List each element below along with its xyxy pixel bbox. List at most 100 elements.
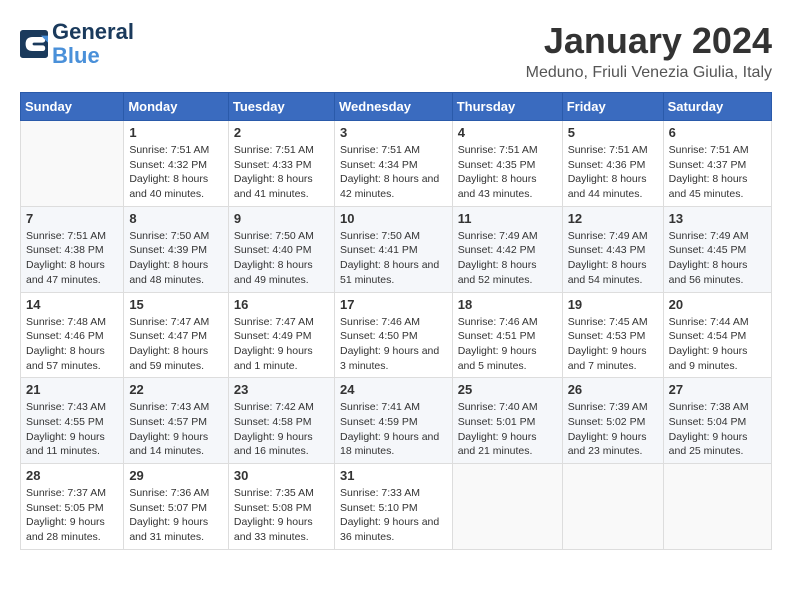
day-info: Sunrise: 7:51 AMSunset: 4:34 PMDaylight:… [340,143,447,202]
day-number: 16 [234,297,329,312]
calendar-cell: 24Sunrise: 7:41 AMSunset: 4:59 PMDayligh… [334,378,452,464]
logo-icon [20,30,48,58]
calendar-cell: 25 Sunrise: 7:40 AMSunset: 5:01 PMDayligh… [452,378,562,464]
day-info: Sunrise: 7:44 AMSunset: 4:54 PMDaylight:… [669,315,766,374]
calendar-cell: 7 Sunrise: 7:51 AMSunset: 4:38 PMDaylight… [21,206,124,292]
day-info: Sunrise: 7:38 AMSunset: 5:04 PMDaylight:… [669,400,766,459]
day-number: 8 [129,211,223,226]
day-number: 18 [458,297,557,312]
weekday-header: Thursday [452,93,562,121]
calendar-cell: 12 Sunrise: 7:49 AMSunset: 4:43 PMDayligh… [562,206,663,292]
calendar-cell: 29 Sunrise: 7:36 AMSunset: 5:07 PMDayligh… [124,464,229,550]
weekday-header: Wednesday [334,93,452,121]
calendar-cell: 3 Sunrise: 7:51 AMSunset: 4:34 PMDaylight… [334,121,452,207]
calendar-cell: 30Sunrise: 7:35 AMSunset: 5:08 PMDayligh… [228,464,334,550]
calendar-cell: 2Sunrise: 7:51 AMSunset: 4:33 PMDaylight… [228,121,334,207]
day-info: Sunrise: 7:36 AMSunset: 5:07 PMDaylight:… [129,486,223,545]
day-info: Sunrise: 7:50 AMSunset: 4:39 PMDaylight:… [129,229,223,288]
calendar-cell: 10 Sunrise: 7:50 AMSunset: 4:41 PMDayligh… [334,206,452,292]
calendar-subtitle: Meduno, Friuli Venezia Giulia, Italy [526,64,772,82]
day-info: Sunrise: 7:50 AMSunset: 4:41 PMDaylight:… [340,229,447,288]
day-info: Sunrise: 7:35 AMSunset: 5:08 PMDaylight:… [234,486,329,545]
day-info: Sunrise: 7:37 AMSunset: 5:05 PMDaylight:… [26,486,118,545]
day-info: Sunrise: 7:33 AMSunset: 5:10 PMDaylight:… [340,486,447,545]
logo-line1: General [52,20,134,44]
calendar-cell: 17 Sunrise: 7:46 AMSunset: 4:50 PMDayligh… [334,292,452,378]
day-info: Sunrise: 7:51 AMSunset: 4:36 PMDaylight:… [568,143,658,202]
weekday-header: Saturday [663,93,771,121]
day-number: 3 [340,125,447,140]
calendar-table: SundayMondayTuesdayWednesdayThursdayFrid… [20,92,772,550]
calendar-cell: 4Sunrise: 7:51 AMSunset: 4:35 PMDaylight… [452,121,562,207]
calendar-cell: 1 Sunrise: 7:51 AMSunset: 4:32 PMDaylight… [124,121,229,207]
day-info: Sunrise: 7:47 AMSunset: 4:49 PMDaylight:… [234,315,329,374]
weekday-header: Monday [124,93,229,121]
calendar-title: January 2024 [526,20,772,62]
day-number: 1 [129,125,223,140]
calendar-cell: 18 Sunrise: 7:46 AMSunset: 4:51 PMDayligh… [452,292,562,378]
calendar-cell: 9Sunrise: 7:50 AMSunset: 4:40 PMDaylight… [228,206,334,292]
calendar-cell: 19Sunrise: 7:45 AMSunset: 4:53 PMDayligh… [562,292,663,378]
day-number: 17 [340,297,447,312]
day-info: Sunrise: 7:41 AMSunset: 4:59 PMDaylight:… [340,400,447,459]
header-row: SundayMondayTuesdayWednesdayThursdayFrid… [21,93,772,121]
calendar-cell: 27 Sunrise: 7:38 AMSunset: 5:04 PMDayligh… [663,378,771,464]
calendar-cell [663,464,771,550]
day-number: 25 [458,382,557,397]
day-info: Sunrise: 7:46 AMSunset: 4:51 PMDaylight:… [458,315,557,374]
day-info: Sunrise: 7:51 AMSunset: 4:37 PMDaylight:… [669,143,766,202]
day-number: 28 [26,468,118,483]
calendar-cell: 6Sunrise: 7:51 AMSunset: 4:37 PMDaylight… [663,121,771,207]
day-info: Sunrise: 7:49 AMSunset: 4:45 PMDaylight:… [669,229,766,288]
day-info: Sunrise: 7:51 AMSunset: 4:35 PMDaylight:… [458,143,557,202]
calendar-cell: 21 Sunrise: 7:43 AMSunset: 4:55 PMDayligh… [21,378,124,464]
calendar-cell: 26 Sunrise: 7:39 AMSunset: 5:02 PMDayligh… [562,378,663,464]
day-info: Sunrise: 7:49 AMSunset: 4:42 PMDaylight:… [458,229,557,288]
day-info: Sunrise: 7:50 AMSunset: 4:40 PMDaylight:… [234,229,329,288]
calendar-cell [562,464,663,550]
day-info: Sunrise: 7:51 AMSunset: 4:32 PMDaylight:… [129,143,223,202]
weekday-header: Sunday [21,93,124,121]
calendar-cell: 22 Sunrise: 7:43 AMSunset: 4:57 PMDayligh… [124,378,229,464]
day-info: Sunrise: 7:46 AMSunset: 4:50 PMDaylight:… [340,315,447,374]
day-info: Sunrise: 7:40 AMSunset: 5:01 PMDaylight:… [458,400,557,459]
calendar-week-row: 7 Sunrise: 7:51 AMSunset: 4:38 PMDaylight… [21,206,772,292]
day-number: 12 [568,211,658,226]
day-number: 19 [568,297,658,312]
page-header: General Blue January 2024 Meduno, Friuli… [20,20,772,82]
calendar-cell: 28 Sunrise: 7:37 AMSunset: 5:05 PMDayligh… [21,464,124,550]
day-number: 22 [129,382,223,397]
weekday-header: Friday [562,93,663,121]
weekday-header: Tuesday [228,93,334,121]
day-number: 26 [568,382,658,397]
day-info: Sunrise: 7:39 AMSunset: 5:02 PMDaylight:… [568,400,658,459]
day-number: 29 [129,468,223,483]
day-info: Sunrise: 7:51 AMSunset: 4:38 PMDaylight:… [26,229,118,288]
day-number: 23 [234,382,329,397]
calendar-cell [452,464,562,550]
day-number: 5 [568,125,658,140]
day-info: Sunrise: 7:43 AMSunset: 4:55 PMDaylight:… [26,400,118,459]
day-number: 31 [340,468,447,483]
day-number: 10 [340,211,447,226]
day-info: Sunrise: 7:49 AMSunset: 4:43 PMDaylight:… [568,229,658,288]
logo: General Blue [20,20,134,68]
calendar-cell: 14 Sunrise: 7:48 AMSunset: 4:46 PMDayligh… [21,292,124,378]
day-info: Sunrise: 7:43 AMSunset: 4:57 PMDaylight:… [129,400,223,459]
calendar-week-row: 14 Sunrise: 7:48 AMSunset: 4:46 PMDayligh… [21,292,772,378]
logo-line2: Blue [52,44,134,68]
day-number: 7 [26,211,118,226]
day-number: 14 [26,297,118,312]
calendar-cell: 5 Sunrise: 7:51 AMSunset: 4:36 PMDaylight… [562,121,663,207]
calendar-cell: 31 Sunrise: 7:33 AMSunset: 5:10 PMDayligh… [334,464,452,550]
calendar-cell: 11Sunrise: 7:49 AMSunset: 4:42 PMDayligh… [452,206,562,292]
calendar-week-row: 28 Sunrise: 7:37 AMSunset: 5:05 PMDayligh… [21,464,772,550]
calendar-cell: 13Sunrise: 7:49 AMSunset: 4:45 PMDayligh… [663,206,771,292]
calendar-cell: 23Sunrise: 7:42 AMSunset: 4:58 PMDayligh… [228,378,334,464]
day-number: 21 [26,382,118,397]
calendar-week-row: 1 Sunrise: 7:51 AMSunset: 4:32 PMDaylight… [21,121,772,207]
day-info: Sunrise: 7:48 AMSunset: 4:46 PMDaylight:… [26,315,118,374]
day-number: 15 [129,297,223,312]
day-number: 27 [669,382,766,397]
calendar-cell: 15Sunrise: 7:47 AMSunset: 4:47 PMDayligh… [124,292,229,378]
